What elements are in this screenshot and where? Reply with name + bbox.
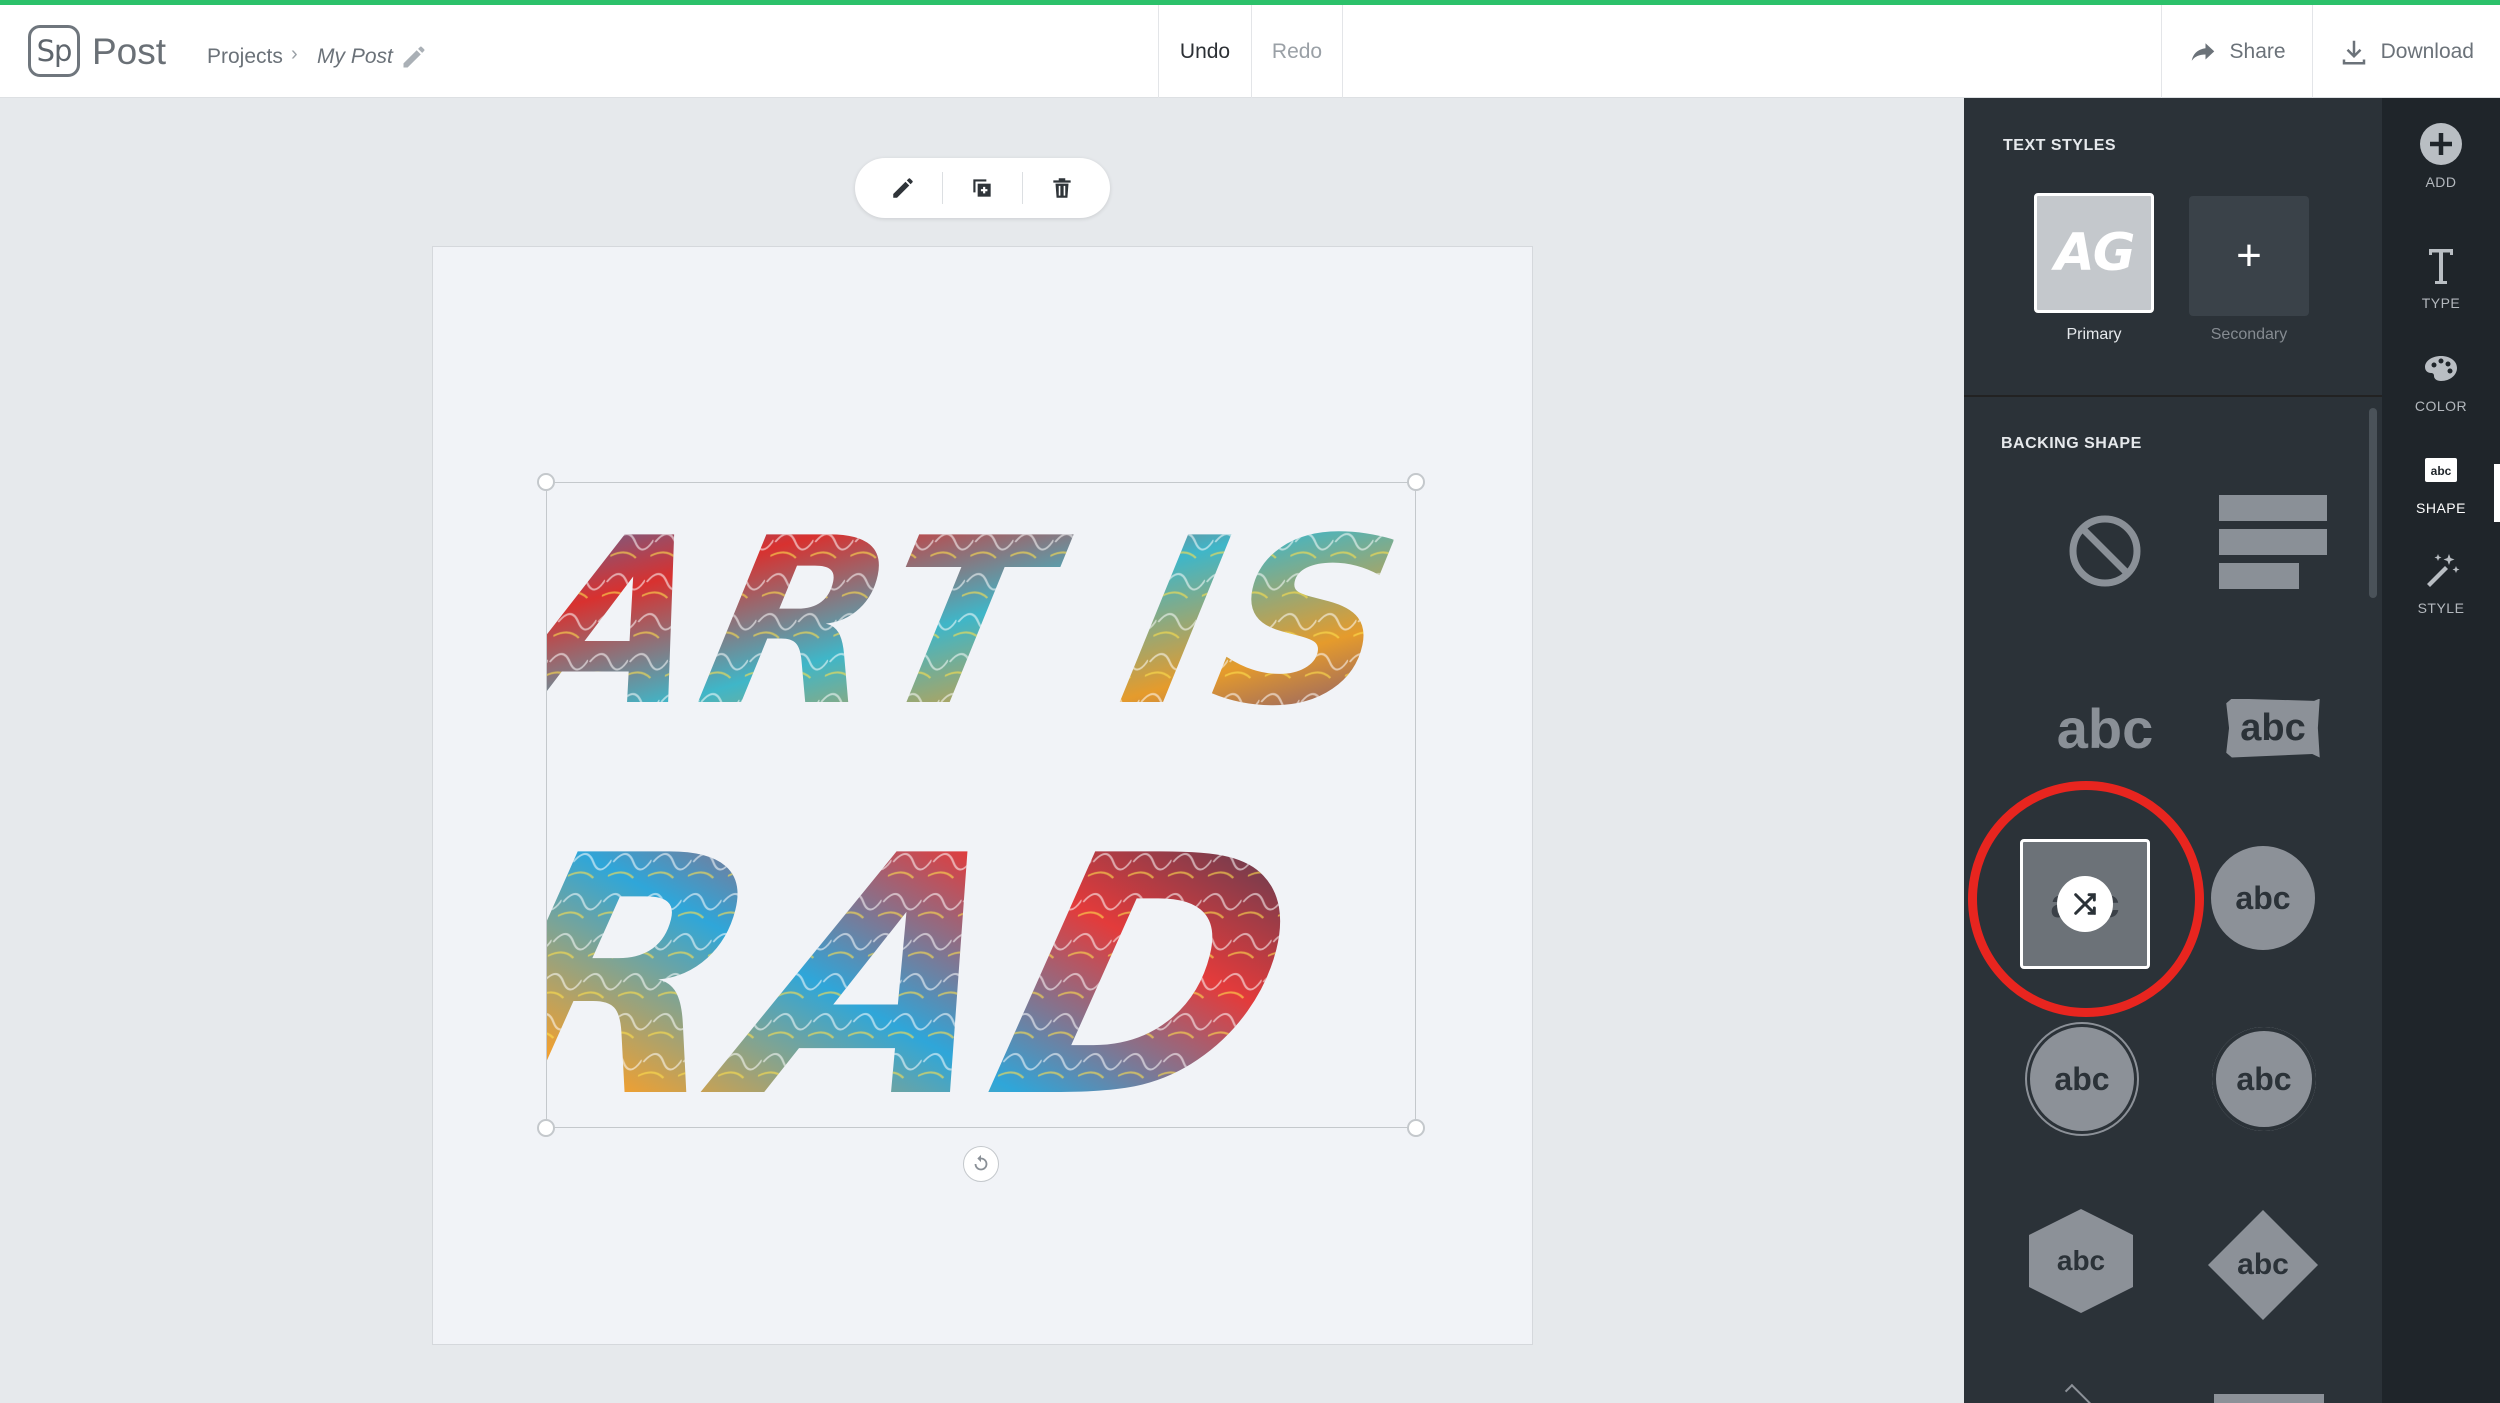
selection-box xyxy=(546,482,1416,1128)
shape-sample-text: abc xyxy=(2240,706,2306,749)
rail-shape-label: SHAPE xyxy=(2416,500,2466,516)
shape-torn-label[interactable]: abc xyxy=(2208,683,2338,773)
palette-icon xyxy=(2425,356,2457,381)
panel-divider xyxy=(1964,395,2382,397)
post-name[interactable]: My Post xyxy=(317,45,393,69)
edit-text-button[interactable] xyxy=(883,168,923,208)
tool-rail: ADD TYPE COLOR abc SHAPE STYLE xyxy=(2382,98,2500,1403)
download-label: Download xyxy=(2380,39,2474,63)
toolbar-divider xyxy=(942,172,944,204)
edit-name-pencil-icon[interactable] xyxy=(400,43,428,71)
trash-icon xyxy=(1053,178,1071,198)
stacked-bars-icon xyxy=(2219,495,2327,589)
resize-handle-bottom-left[interactable] xyxy=(537,1119,555,1137)
share-button[interactable]: Share xyxy=(2160,5,2312,98)
backing-shape-heading: BACKING SHAPE xyxy=(2001,435,2142,452)
plus-circle-icon xyxy=(2420,123,2462,165)
shape-sample-text: abc xyxy=(2235,879,2291,916)
rail-color-label: COLOR xyxy=(2414,398,2468,414)
no-shape-icon xyxy=(2069,515,2141,587)
panel-scrollbar[interactable] xyxy=(2369,408,2377,598)
shape-diamond[interactable]: abc xyxy=(2208,1210,2318,1320)
canvas-area: ART IS ART IS RAD RAD xyxy=(0,98,1964,1403)
app-name: Post xyxy=(92,31,167,72)
share-label: Share xyxy=(2229,39,2286,63)
text-style-primary[interactable]: AG xyxy=(2034,193,2154,313)
shape-sample-text: abc xyxy=(2056,696,2154,760)
object-toolbar xyxy=(855,158,1110,218)
rail-color[interactable]: COLOR xyxy=(2382,346,2500,414)
primary-label: Primary xyxy=(2066,326,2122,343)
shape-partial-next-2[interactable] xyxy=(2214,1394,2324,1403)
shape-partial-next[interactable] xyxy=(2064,1383,2094,1403)
shape-circle-double[interactable]: abc xyxy=(2212,1027,2316,1131)
primary-preview-text: AG xyxy=(2054,223,2136,283)
rail-add-label: ADD xyxy=(2425,174,2457,190)
duplicate-button[interactable] xyxy=(962,168,1002,208)
duplicate-icon xyxy=(973,179,992,197)
toolbar-divider xyxy=(1021,172,1023,204)
resize-handle-top-left[interactable] xyxy=(537,473,555,491)
rail-active-indicator xyxy=(2494,464,2500,522)
delete-button[interactable] xyxy=(1042,168,1082,208)
shape-none[interactable] xyxy=(2040,496,2170,606)
shape-sample-text: abc xyxy=(2236,1060,2292,1097)
shape-circle-outline[interactable]: abc xyxy=(2030,1027,2134,1131)
undo-button[interactable]: Undo xyxy=(1159,5,1252,98)
download-button[interactable]: Download xyxy=(2311,5,2500,98)
shape-stacked-bars[interactable] xyxy=(2208,488,2338,598)
share-arrow-icon xyxy=(2191,42,2214,61)
top-bar: Sp Post Projects › My Post Undo Redo Sha… xyxy=(0,0,2500,98)
rotate-icon xyxy=(974,1154,988,1171)
text-styles-heading: TEXT STYLES xyxy=(2003,137,2117,154)
magic-wand-icon xyxy=(2427,554,2460,587)
rail-type-label: TYPE xyxy=(2421,295,2461,311)
top-actions: Share Download xyxy=(2160,5,2500,98)
resize-handle-bottom-right[interactable] xyxy=(1407,1119,1425,1137)
rotate-handle[interactable] xyxy=(963,1146,999,1182)
text-style-secondary[interactable]: + xyxy=(2189,196,2309,316)
undo-redo-group: Undo Redo xyxy=(1158,5,1343,98)
shape-plain-text[interactable]: abc xyxy=(2030,678,2180,778)
redo-button[interactable]: Redo xyxy=(1252,5,1342,98)
rail-type[interactable]: TYPE xyxy=(2382,243,2500,311)
plus-icon: + xyxy=(2236,231,2262,280)
shape-sample-text: abc xyxy=(2237,1248,2289,1281)
highlight-circle xyxy=(1968,781,2204,1017)
shape-circle[interactable]: abc xyxy=(2211,846,2315,950)
secondary-label: Secondary xyxy=(2210,326,2288,343)
breadcrumb-separator: › xyxy=(291,43,298,65)
settings-panel: TEXT STYLES AG Primary + Secondary BACKI… xyxy=(1964,98,2382,1403)
rail-add[interactable]: ADD xyxy=(2382,122,2500,190)
shape-sample-text: abc xyxy=(2056,1245,2106,1276)
shape-sample-text: abc xyxy=(2054,1060,2110,1097)
rail-shape[interactable]: abc SHAPE xyxy=(2382,448,2500,516)
pencil-icon xyxy=(892,178,913,198)
rail-style[interactable]: STYLE xyxy=(2382,548,2500,616)
breadcrumb-projects[interactable]: Projects xyxy=(207,45,283,69)
svg-text:abc: abc xyxy=(2431,464,2452,478)
resize-handle-top-right[interactable] xyxy=(1407,473,1425,491)
shape-hexagon[interactable]: abc xyxy=(2029,1209,2133,1313)
spark-logo[interactable]: Sp xyxy=(28,25,80,77)
type-icon xyxy=(2429,249,2453,284)
rail-style-label: STYLE xyxy=(2417,600,2465,616)
download-icon xyxy=(2342,40,2365,64)
shape-icon: abc xyxy=(2425,458,2457,482)
